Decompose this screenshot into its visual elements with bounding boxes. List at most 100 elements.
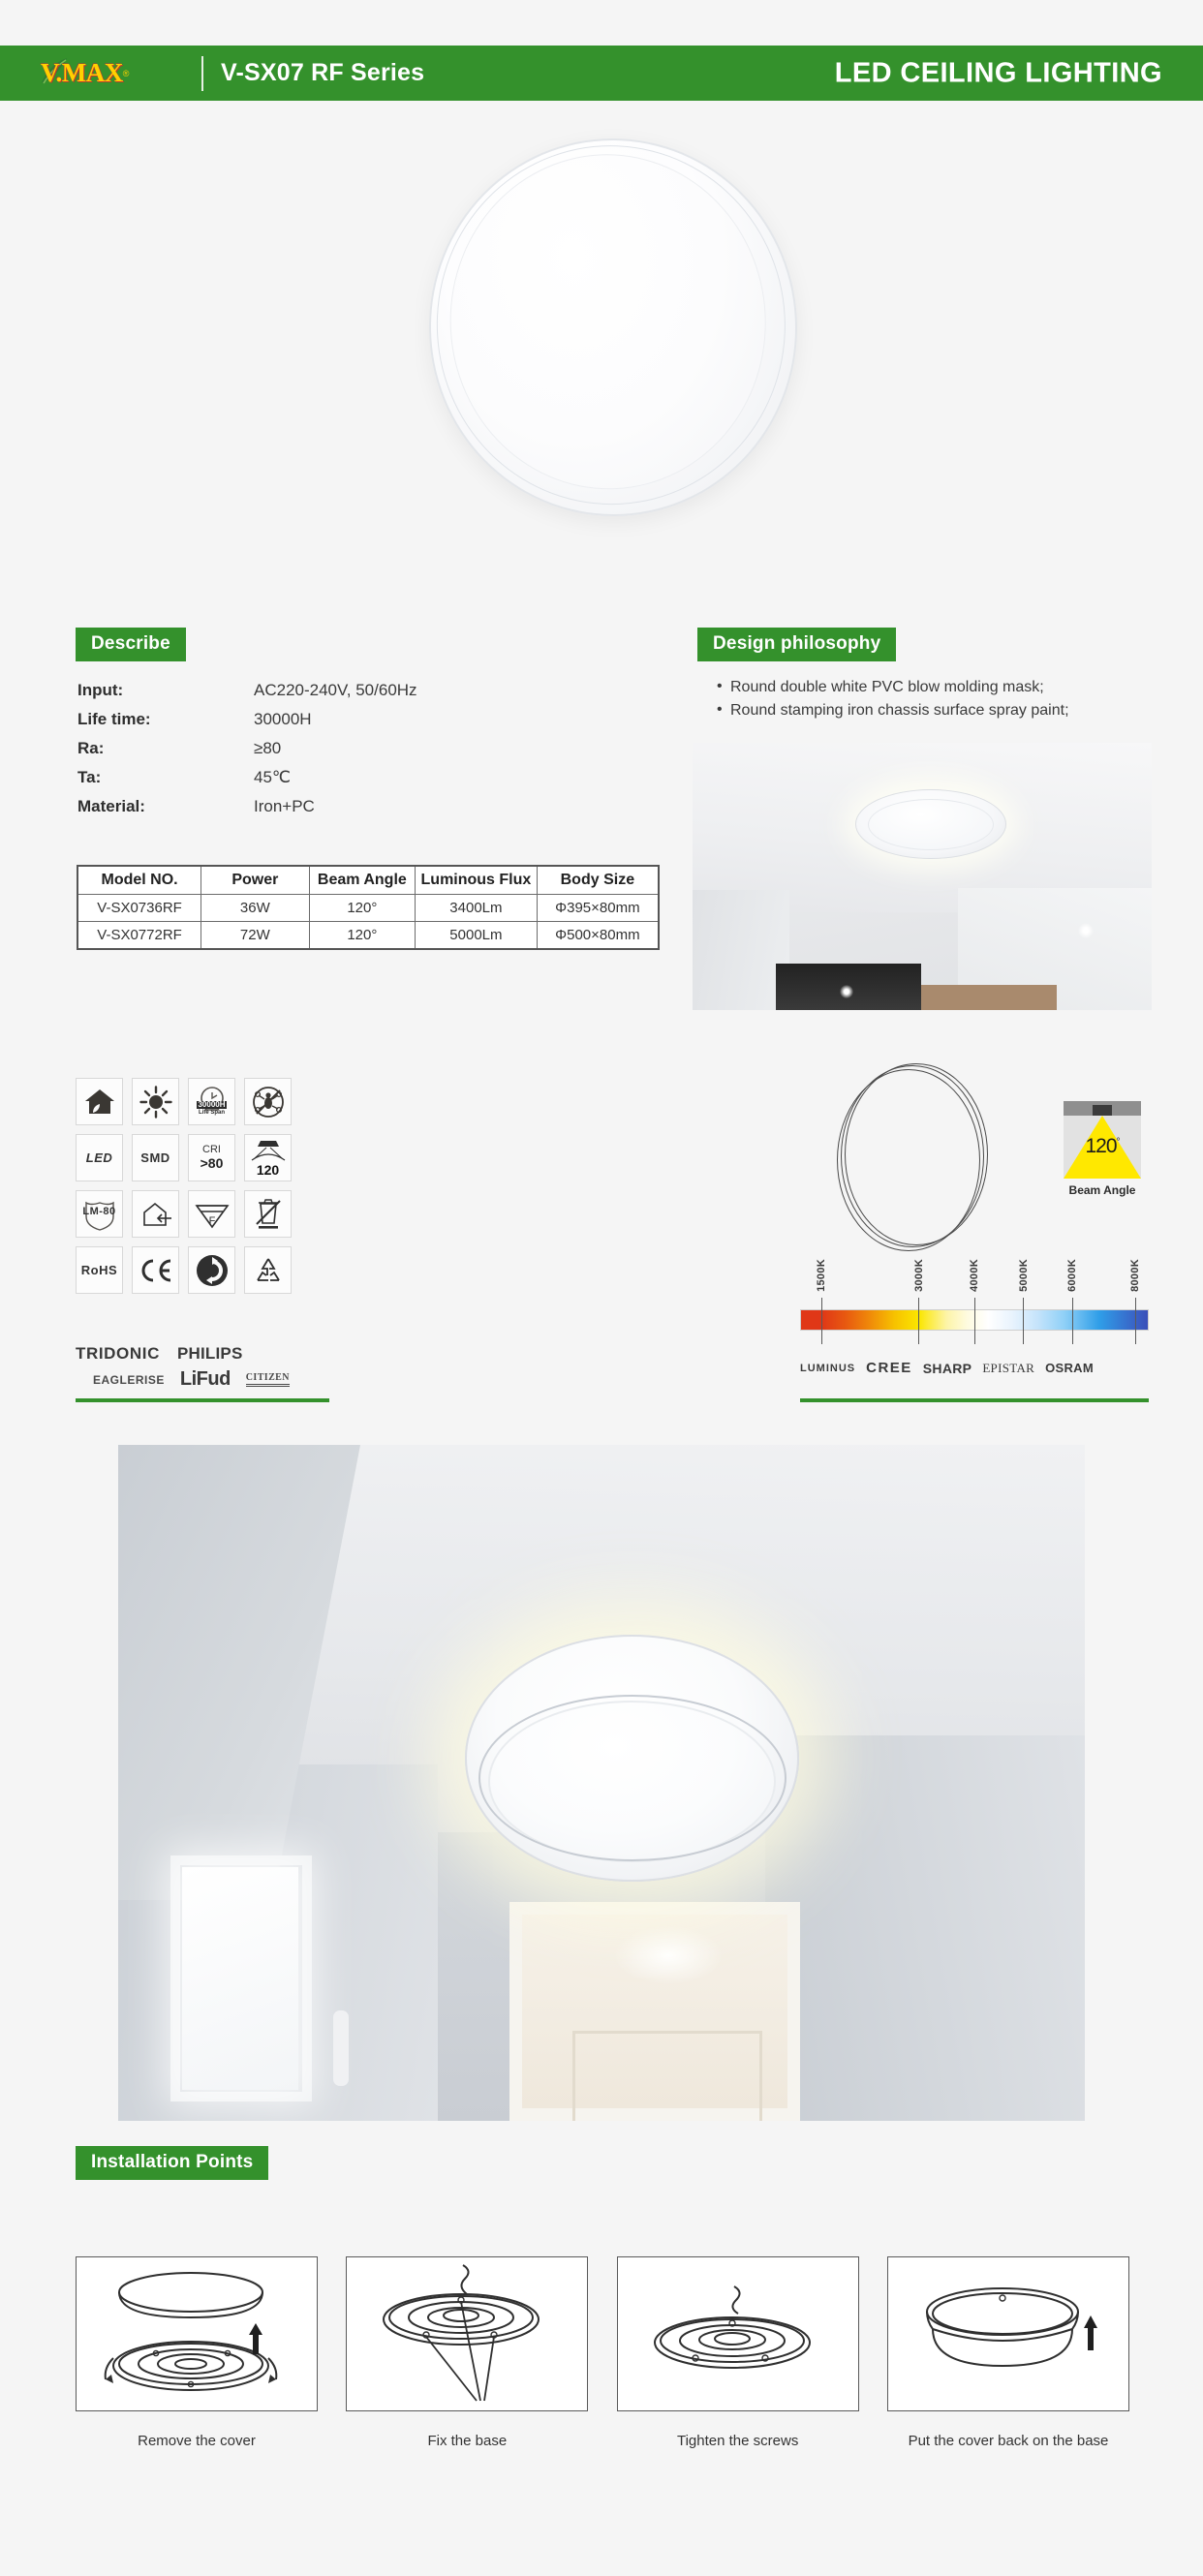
no-insects-icon <box>244 1078 292 1125</box>
hall-door-panel <box>572 2031 762 2121</box>
brand-logo-text: V.MAX <box>41 58 123 87</box>
beam-angle-caption: Beam Angle <box>1068 1183 1136 1197</box>
spec-value: 30000H <box>254 710 312 728</box>
beam-angle-number: 120° <box>1064 1135 1141 1158</box>
lifespan-hours: 30000H <box>197 1100 227 1109</box>
spec-key: Ra: <box>77 739 105 757</box>
table-header-row: Model NO. Power Beam Angle Luminous Flux… <box>77 865 660 895</box>
brand-lifud-logo: LiFud <box>179 1368 231 1390</box>
product-render <box>419 129 807 526</box>
divider-left <box>76 1398 329 1402</box>
cell-flux: 3400Lm <box>415 894 538 922</box>
recycle-icon <box>244 1246 292 1294</box>
installation-step: Fix the base <box>346 2256 589 2449</box>
installation-steps: Remove the cover Fix the base Tighten th… <box>76 2256 1129 2449</box>
step-caption: Fix the base <box>427 2433 508 2449</box>
page-header: V.MAX ® V-SX07 RF Series LED CEILING LIG… <box>0 46 1203 101</box>
remove-cover-glyph <box>104 2272 278 2391</box>
describe-badge: Describe <box>76 628 186 661</box>
brand-philips-logo: PHILIPS <box>176 1344 243 1363</box>
color-temperature-scale: 1500K 3000K 4000K 5000K 6000K 8000K <box>800 1259 1149 1351</box>
brand-osram-logo: OSRAM <box>1045 1361 1094 1375</box>
replace-cover-glyph <box>925 2287 1097 2368</box>
cct-tick <box>1134 1298 1136 1344</box>
cct-label: 6000K <box>1066 1259 1079 1292</box>
design-philosophy-list: Round double white PVC blow molding mask… <box>699 675 1155 722</box>
brand-luminus-logo: LUMINUS <box>800 1362 856 1374</box>
fix-base-glyph <box>383 2264 540 2402</box>
design-philosophy-badge: Design philosophy <box>697 628 897 661</box>
tighten-screws-glyph <box>653 2285 811 2369</box>
spec-key: Material: <box>77 797 145 815</box>
ce-glyph <box>141 1259 170 1281</box>
hero-product-image <box>0 111 1203 586</box>
table-row: V-SX0736RF 36W 120° 3400Lm Φ395×80mm <box>77 894 660 922</box>
photo-ceiling-lamp <box>855 789 1006 859</box>
indoor-use-icon <box>132 1190 179 1238</box>
col-header-size: Body Size <box>536 865 660 895</box>
spec-value: Iron+PC <box>254 797 315 815</box>
brand-sharp-logo: SHARP <box>922 1360 972 1376</box>
led-label: LED <box>85 1150 113 1165</box>
hall-lamp-rim <box>478 1695 787 1861</box>
photo-downlight <box>840 985 853 998</box>
green-dot-glyph <box>196 1254 228 1286</box>
cell-flux: 5000Lm <box>415 921 538 950</box>
cell-beam: 120° <box>308 894 416 922</box>
svg-text:F: F <box>208 1215 215 1227</box>
cell-power: 72W <box>200 921 310 950</box>
eco-house-glyph <box>84 1089 114 1114</box>
spec-value: AC220-240V, 50/60Hz <box>254 681 417 699</box>
rohs-label: RoHS <box>80 1263 118 1277</box>
f-triangle-glyph: F <box>194 1204 230 1228</box>
col-header-beam: Beam Angle <box>308 865 416 895</box>
outline-ring <box>845 1063 988 1245</box>
col-header-model: Model NO. <box>77 865 202 895</box>
f-mark-icon: F <box>188 1190 235 1238</box>
design-bullet: Round stamping iron chassis surface spra… <box>717 698 1155 722</box>
cell-model: V-SX0772RF <box>77 921 202 950</box>
step-caption: Put the cover back on the base <box>908 2433 1109 2449</box>
photo-floor <box>921 985 1057 1010</box>
cell-beam: 120° <box>308 921 416 950</box>
spec-row: Material: Iron+PC <box>77 797 523 816</box>
green-dot-icon <box>188 1246 235 1294</box>
tighten-screws-diagram <box>616 2256 859 2411</box>
hall-door-glow <box>615 1926 722 1984</box>
cct-label: 4000K <box>969 1259 981 1292</box>
sun-brightness-icon <box>132 1078 179 1125</box>
fix-base-diagram <box>346 2256 589 2411</box>
indoor-house-glyph <box>142 1202 171 1226</box>
photo-downlight <box>1078 923 1094 938</box>
spec-key: Input: <box>77 681 124 699</box>
driver-brand-logos: TRIDONIC PHILIPS EAGLERISE LiFud CITIZEN <box>76 1344 463 1391</box>
feature-icon-grid: 30000H Life Span LED SMD CRI >80 120 LM-… <box>76 1078 292 1294</box>
model-specification-table: Model NO. Power Beam Angle Luminous Flux… <box>77 865 660 950</box>
remove-cover-diagram <box>76 2256 318 2411</box>
led-icon: LED <box>76 1134 123 1181</box>
hall-door <box>509 1902 800 2121</box>
cct-label: 1500K <box>816 1259 827 1292</box>
installation-points-badge: Installation Points <box>76 2146 269 2180</box>
col-header-flux: Luminous Flux <box>415 865 538 895</box>
cell-power: 36W <box>200 894 310 922</box>
beam-fixture <box>1093 1105 1112 1116</box>
installation-step: Put the cover back on the base <box>886 2256 1129 2449</box>
cell-size: Φ500×80mm <box>536 921 660 950</box>
cct-tick <box>974 1298 975 1344</box>
brand-tridonic-logo: TRIDONIC <box>76 1344 160 1363</box>
lifespan-30000h-icon: 30000H Life Span <box>188 1078 235 1125</box>
cct-label: 8000K <box>1129 1259 1141 1292</box>
spec-row: Life time: 30000H <box>77 710 523 729</box>
specification-list: Input: AC220-240V, 50/60Hz Life time: 30… <box>77 681 523 826</box>
smd-label: SMD <box>140 1150 170 1165</box>
spec-key: Ta: <box>77 768 102 786</box>
cri-icon: CRI >80 <box>188 1134 235 1181</box>
photo-wall-left <box>693 890 789 1010</box>
beam-angle-120-icon: 120 <box>244 1134 292 1181</box>
spec-key: Life time: <box>77 710 151 728</box>
cct-tick <box>1023 1298 1025 1344</box>
product-outline-drawing <box>837 1063 992 1252</box>
installation-step: Remove the cover <box>76 2256 318 2449</box>
cct-tick <box>820 1298 822 1344</box>
